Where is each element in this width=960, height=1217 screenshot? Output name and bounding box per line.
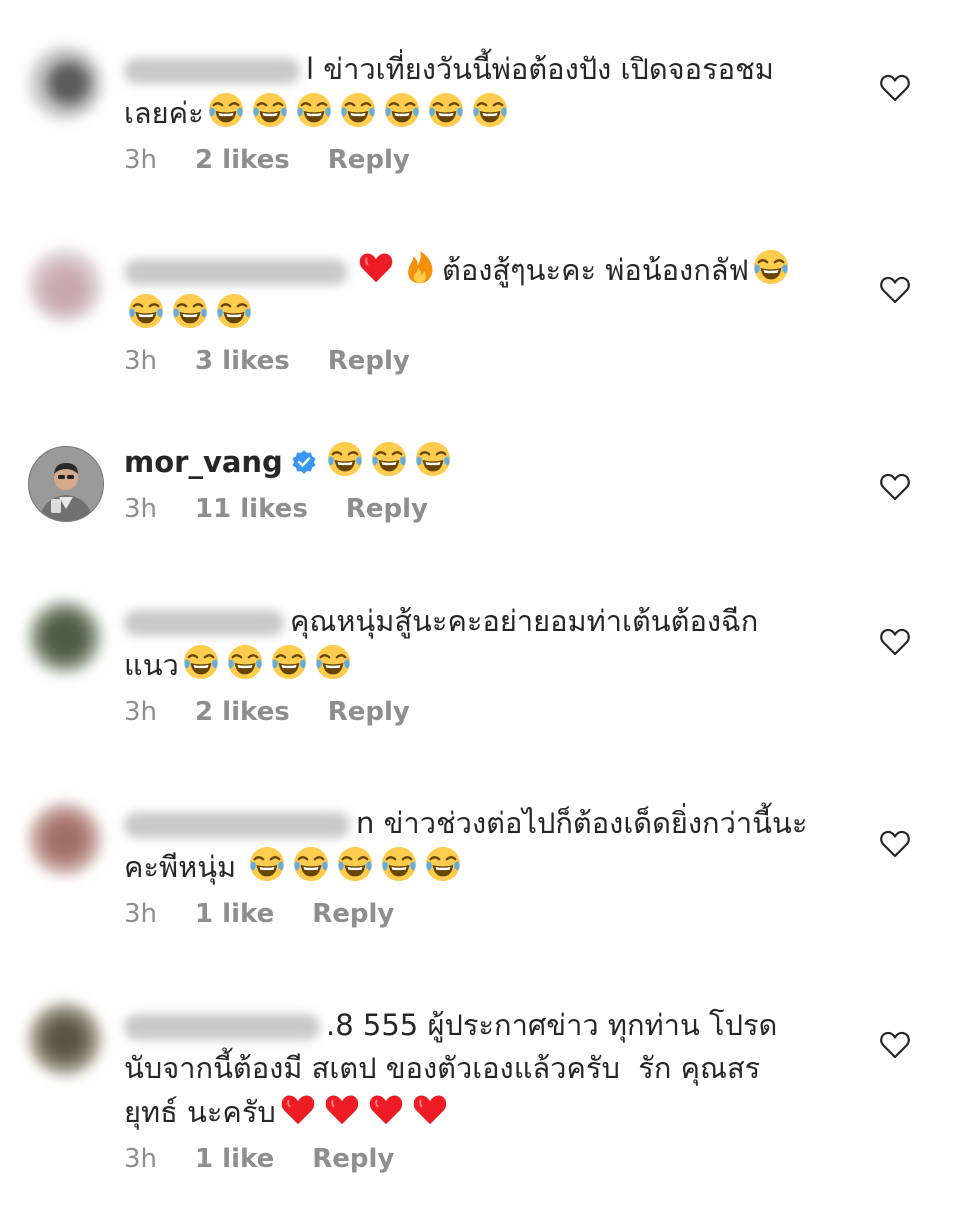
red-heart-emoji-icon [357, 248, 395, 286]
joy-emoji-icon [339, 91, 377, 129]
emoji-group [204, 96, 512, 130]
red-heart-emoji-icon [367, 1090, 405, 1128]
username-redacted[interactable] [124, 58, 300, 84]
comment-time: 3h [124, 899, 158, 929]
heart-outline-icon[interactable] [879, 73, 911, 103]
username-redacted[interactable] [124, 1014, 320, 1040]
emoji-group [245, 850, 465, 884]
comment-meta: 3h 1 like Reply [124, 899, 844, 929]
red-heart-emoji-icon [279, 1090, 317, 1128]
comment-time: 3h [124, 1144, 158, 1174]
joy-emoji-icon [295, 91, 333, 129]
reply-button[interactable]: Reply [312, 899, 394, 929]
joy-emoji-icon [226, 643, 264, 681]
comment-meta: 3h 1 like Reply [124, 1144, 844, 1174]
heart-outline-icon[interactable] [879, 275, 911, 305]
heart-outline-icon[interactable] [879, 472, 911, 502]
comment-text: n ข่าวช่วงต่อไปก็ต้องเด็ดยิ่งกว่านี้นะ ค… [124, 806, 808, 884]
joy-emoji-icon [292, 845, 330, 883]
username-redacted[interactable] [124, 610, 284, 636]
comment-text: mor_vang [124, 440, 844, 484]
likes-count[interactable]: 1 like [195, 899, 274, 929]
username-redacted[interactable] [124, 259, 348, 285]
red-heart-emoji-icon [411, 1090, 449, 1128]
heart-outline-icon[interactable] [879, 1030, 911, 1060]
fire-emoji-icon [401, 248, 439, 286]
emoji-group [323, 445, 455, 479]
comment-text: .8 555 ผู้ประกาศข่าว ทุกท่าน โปรด นับจาก… [124, 1008, 778, 1129]
avatar[interactable] [28, 46, 102, 120]
comment-time: 3h [124, 697, 158, 727]
avatar[interactable] [28, 248, 102, 322]
reply-button[interactable]: Reply [312, 1144, 394, 1174]
heart-outline-icon[interactable] [879, 627, 911, 657]
likes-count[interactable]: 1 like [195, 1144, 274, 1174]
joy-emoji-icon [336, 845, 374, 883]
comment-text: คุณหนุ่มสู้นะคะอย่ายอมท่าเต้นต้องฉีก แนว [124, 604, 759, 682]
likes-count[interactable]: 2 likes [195, 697, 290, 727]
emoji-group [276, 1095, 452, 1129]
comment-meta: 3h 3 likes Reply [124, 346, 844, 376]
joy-emoji-icon [171, 292, 209, 330]
comment-meta: 3h 2 likes Reply [124, 697, 844, 727]
comment-meta: 3h 2 likes Reply [124, 145, 844, 175]
joy-emoji-icon [314, 643, 352, 681]
comment-text: l ข่าวเที่ยงวันนี้พ่อต้องปัง เปิดจอรอชม … [124, 52, 774, 130]
emoji-group [179, 648, 355, 682]
likes-count[interactable]: 2 likes [195, 145, 290, 175]
joy-emoji-icon [471, 91, 509, 129]
joy-emoji-icon [414, 440, 452, 478]
comment-time: 3h [124, 494, 158, 524]
joy-emoji-icon [207, 91, 245, 129]
joy-emoji-icon [270, 643, 308, 681]
joy-emoji-icon [251, 91, 289, 129]
joy-emoji-icon [427, 91, 465, 129]
joy-emoji-icon [215, 292, 253, 330]
username[interactable]: mor_vang [124, 445, 283, 479]
joy-emoji-icon [383, 91, 421, 129]
joy-emoji-icon [182, 643, 220, 681]
reply-button[interactable]: Reply [328, 145, 410, 175]
avatar[interactable] [28, 600, 102, 674]
joy-emoji-icon [380, 845, 418, 883]
comment-text: ต้องสู้ๆนะคะ พ่อน้องกลัฟ [124, 248, 844, 336]
joy-emoji-icon [370, 440, 408, 478]
username-redacted[interactable] [124, 812, 350, 838]
reply-button[interactable]: Reply [328, 697, 410, 727]
joy-emoji-icon [127, 292, 165, 330]
comment-time: 3h [124, 346, 158, 376]
joy-emoji-icon [326, 440, 364, 478]
profile-photo [29, 447, 103, 521]
joy-emoji-icon [248, 845, 286, 883]
emoji-group [124, 297, 256, 331]
reply-button[interactable]: Reply [328, 346, 410, 376]
joy-emoji-icon [752, 248, 790, 286]
likes-count[interactable]: 3 likes [195, 346, 290, 376]
reply-button[interactable]: Reply [346, 494, 428, 524]
comment-meta: 3h 11 likes Reply [124, 494, 844, 524]
avatar[interactable] [28, 802, 102, 876]
verified-badge-icon [292, 450, 316, 474]
comment-time: 3h [124, 145, 158, 175]
avatar[interactable] [28, 446, 104, 522]
heart-outline-icon[interactable] [879, 829, 911, 859]
red-heart-emoji-icon [323, 1090, 361, 1128]
avatar[interactable] [28, 1002, 102, 1076]
likes-count[interactable]: 11 likes [195, 494, 308, 524]
joy-emoji-icon [424, 845, 462, 883]
